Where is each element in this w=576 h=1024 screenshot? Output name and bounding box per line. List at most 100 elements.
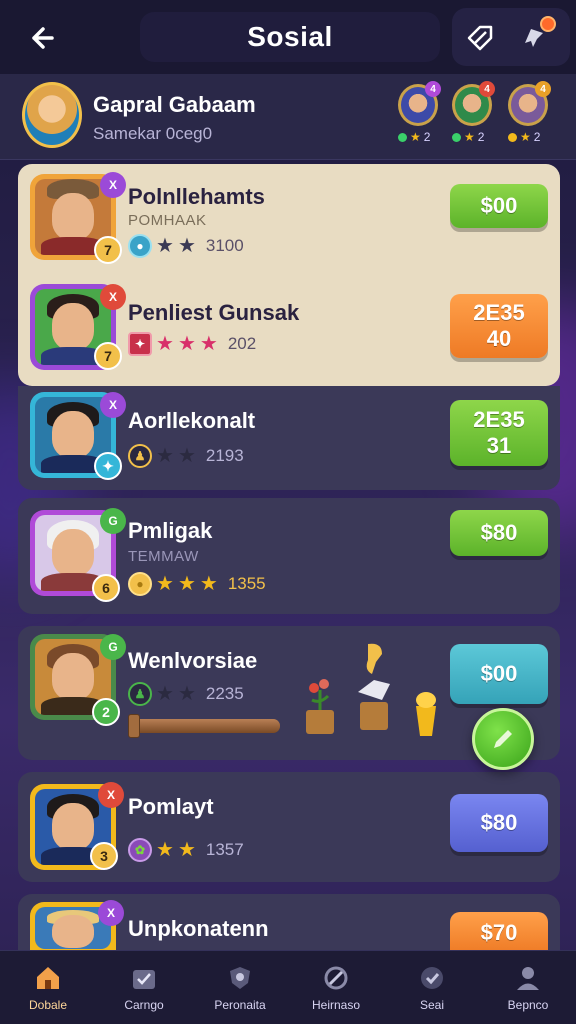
nav-label: Heirnaso bbox=[311, 997, 361, 1012]
star-icon: ★ bbox=[410, 130, 421, 144]
star-icon: ★ bbox=[156, 683, 174, 705]
shield-icon bbox=[225, 964, 255, 992]
friend-stat-value: 2 bbox=[533, 130, 541, 144]
player-name: Unpkonatenn bbox=[128, 916, 269, 941]
friend-stats: ★ 2 bbox=[398, 130, 430, 144]
star-icon: ★ bbox=[156, 839, 174, 861]
slider-handle[interactable] bbox=[128, 714, 140, 738]
nav-label: Peronaita bbox=[214, 997, 266, 1012]
friend-stat-value: 2 bbox=[423, 130, 431, 144]
nav-item-personal[interactable]: Peronaita bbox=[192, 951, 288, 1024]
friend-avatar[interactable]: 4 bbox=[508, 81, 551, 126]
slider-fill bbox=[128, 719, 280, 733]
button-label: $70 bbox=[480, 919, 518, 945]
friend-badge: 4 bbox=[425, 81, 441, 97]
star-icon: ★ bbox=[156, 333, 174, 355]
friend-avatar[interactable]: 4 bbox=[452, 81, 495, 126]
action-button[interactable]: $80 bbox=[450, 510, 548, 556]
user-icon bbox=[513, 964, 543, 992]
action-button[interactable]: $00 bbox=[450, 184, 548, 228]
coin-icon: ● bbox=[128, 572, 152, 596]
rank-badge: 3 bbox=[90, 842, 118, 870]
rank-badge: 2 bbox=[92, 698, 120, 726]
rank-badge: ✦ bbox=[94, 452, 122, 480]
badge-icon bbox=[417, 964, 447, 992]
list-item[interactable]: G 6 Pmligak TEMMAW ● ★ ★ ★ 1355 $80 bbox=[18, 498, 560, 614]
tag-button[interactable] bbox=[460, 18, 500, 58]
action-button[interactable]: 2E35 40 bbox=[450, 294, 548, 358]
corner-badge: G bbox=[100, 508, 126, 534]
list-item[interactable]: X Unpkonatenn $70 bbox=[18, 894, 560, 954]
star-icon: ★ bbox=[199, 573, 218, 595]
corner-badge: X bbox=[98, 782, 124, 808]
action-button[interactable]: 2E35 31 bbox=[450, 400, 548, 466]
target-icon bbox=[321, 964, 351, 992]
nav-label: Bepnco bbox=[507, 997, 549, 1012]
header-actions bbox=[452, 8, 570, 66]
player-score: 2193 bbox=[205, 446, 244, 465]
player-rating: ✿ ★ ★ 1357 bbox=[128, 838, 244, 862]
button-label: 2E35 bbox=[473, 299, 525, 325]
player-name: Wenlvorsiae bbox=[128, 648, 258, 673]
player-name: Polnllehamts bbox=[128, 184, 265, 209]
home-icon bbox=[33, 964, 63, 992]
star-icon: ★ bbox=[177, 683, 196, 705]
nav-item-badges[interactable]: Seai bbox=[384, 951, 480, 1024]
online-dot bbox=[452, 132, 461, 142]
player-rating: ✦ ★ ★ ★ 202 bbox=[128, 332, 256, 356]
corner-badge: X bbox=[100, 172, 126, 198]
player-tag: TEMMAW bbox=[128, 548, 199, 565]
star-icon: ★ bbox=[156, 445, 174, 467]
button-label: $80 bbox=[480, 809, 518, 835]
pin-button[interactable] bbox=[516, 16, 556, 58]
profile-header: Gapral Gabaam Samekar 0ceg0 4 ★ 2 4 ★ 2 4 … bbox=[0, 74, 576, 160]
player-name: Penliest Gunsak bbox=[128, 300, 300, 325]
coin-icon: ♟ bbox=[128, 444, 152, 468]
coin-icon: ✦ bbox=[128, 332, 152, 356]
list-item[interactable]: X 3 Pomlayt ✿ ★ ★ 1357 $80 bbox=[18, 772, 560, 882]
player-name: Pomlayt bbox=[128, 794, 214, 819]
nav-item-profile[interactable]: Bepnco bbox=[480, 951, 576, 1024]
pencil-icon bbox=[494, 730, 512, 748]
button-label: $00 bbox=[480, 192, 518, 218]
action-button[interactable]: $70 bbox=[450, 912, 548, 954]
star-icon: ★ bbox=[177, 839, 196, 861]
profile-subtitle: Samekar 0ceg0 bbox=[93, 124, 213, 143]
button-sublabel: 40 bbox=[486, 326, 512, 351]
action-button[interactable]: $00 bbox=[450, 644, 548, 704]
star-icon: ★ bbox=[177, 235, 196, 257]
list-item[interactable]: X 7 Penliest Gunsak ✦ ★ ★ ★ 202 2E35 40 bbox=[18, 276, 560, 386]
rank-badge: 6 bbox=[92, 574, 120, 602]
player-rating: ● ★ ★ 3100 bbox=[128, 234, 244, 258]
action-button[interactable]: $80 bbox=[450, 794, 548, 852]
player-name: Pmligak bbox=[128, 518, 213, 543]
flower-pot-icon bbox=[302, 676, 338, 741]
list-item[interactable]: X ✦ Aorllekonalt ♟ ★ ★ 2193 2E35 31 bbox=[18, 386, 560, 490]
friend-stats: ★ 2 bbox=[508, 130, 540, 144]
button-sublabel: 31 bbox=[486, 433, 512, 458]
coin-icon: ✿ bbox=[128, 838, 152, 862]
nav-label: Seai bbox=[419, 997, 445, 1012]
friend-stat-value: 2 bbox=[477, 130, 485, 144]
rank-badge: 7 bbox=[94, 342, 122, 370]
tag-icon bbox=[467, 25, 493, 51]
rank-badge: 7 bbox=[94, 236, 122, 264]
progress-slider[interactable] bbox=[128, 714, 280, 738]
avatar[interactable] bbox=[22, 82, 82, 148]
nav-item-missions[interactable]: Heirnaso bbox=[288, 951, 384, 1024]
button-label: $00 bbox=[480, 660, 518, 686]
friend-avatar[interactable]: 4 bbox=[398, 81, 441, 126]
star-icon: ★ bbox=[199, 333, 218, 355]
trophy-icon bbox=[410, 686, 442, 747]
player-rating: ♟ ★ ★ 2193 bbox=[128, 444, 244, 468]
player-name: Aorllekonalt bbox=[128, 408, 256, 433]
edit-fab-button[interactable] bbox=[472, 708, 534, 770]
nav-item-home[interactable]: Dobale bbox=[0, 951, 96, 1024]
nav-label: Dobale bbox=[28, 997, 68, 1012]
back-button[interactable] bbox=[20, 18, 60, 58]
list-item[interactable]: X 7 Polnllehamts POMHAAK ● ★ ★ 3100 $00 bbox=[18, 164, 560, 274]
nav-item-calendar[interactable]: Carngo bbox=[96, 951, 192, 1024]
coin-icon: ● bbox=[128, 234, 152, 258]
bottom-nav: Dobale Carngo Peronaita Heirnaso Seai Be… bbox=[0, 950, 576, 1024]
star-icon: ★ bbox=[464, 130, 475, 144]
